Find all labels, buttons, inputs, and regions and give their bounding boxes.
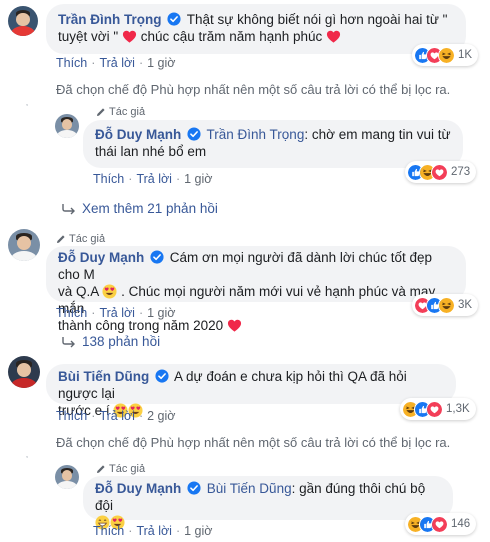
author-badge: Tác giả <box>96 106 145 118</box>
view-more-replies-link[interactable]: Xem thêm 21 phản hồi <box>62 201 218 216</box>
comment-actions: Thích · Trả lời · 1 giờ <box>56 56 176 70</box>
comment-text: thành công trong năm 2020 <box>58 318 224 333</box>
mention-link[interactable]: Bùi Tiến Dũng <box>207 481 292 496</box>
view-more-replies-link[interactable]: 138 phản hồi <box>62 334 160 349</box>
like-button[interactable]: Thích <box>56 306 87 320</box>
comment-actions: Thích · Trả lời · 1 giờ <box>56 306 176 320</box>
heart-icon <box>326 29 341 44</box>
comment-actions: Thích · Trả lời · 2 giờ <box>56 409 176 423</box>
comment-actions: Thích · Trả lời · 1 giờ <box>93 524 213 538</box>
reactions-summary[interactable]: 3K <box>412 294 479 316</box>
timestamp[interactable]: 1 giờ <box>147 306 175 320</box>
comment-author[interactable]: Đỗ Duy Mạnh <box>95 127 181 142</box>
love-reaction-icon <box>431 515 448 533</box>
heart-icon <box>227 318 242 333</box>
reaction-count: 273 <box>451 166 471 178</box>
timestamp[interactable]: 1 giờ <box>184 524 212 538</box>
reaction-count: 1,3K <box>446 403 470 415</box>
comment-author[interactable]: Trần Đình Trọng <box>58 12 162 27</box>
like-button[interactable]: Thích <box>93 524 124 538</box>
reply-arrow-icon <box>62 203 76 215</box>
reaction-count: 1K <box>458 49 473 61</box>
mention-link[interactable]: Trần Đình Trọng <box>207 127 305 142</box>
reaction-count: 146 <box>451 518 471 530</box>
reactions-summary[interactable]: 1K <box>412 44 479 66</box>
verified-badge-icon <box>155 369 169 383</box>
verified-badge-icon <box>167 12 181 26</box>
comment-bubble: Đỗ Duy Mạnh Cám ơn mọi người đã dành lời… <box>46 246 466 333</box>
reactions-summary[interactable]: 273 <box>405 161 477 183</box>
filter-notice: Đã chọn chế độ Phù hợp nhất nên một số c… <box>56 82 451 97</box>
verified-badge-icon <box>150 250 164 264</box>
reaction-count: 3K <box>458 299 473 311</box>
comment-text: và Q.A <box>58 284 99 299</box>
avatar[interactable] <box>8 6 38 36</box>
like-button[interactable]: Thích <box>56 56 87 70</box>
reply-button[interactable]: Trả lời <box>99 409 135 423</box>
author-badge: Tác giả <box>96 463 145 475</box>
filter-notice: Đã chọn chế độ Phù hợp nhất nên một số c… <box>56 435 451 450</box>
comment-author[interactable]: Đỗ Duy Mạnh <box>58 250 144 265</box>
timestamp[interactable]: 1 giờ <box>147 56 175 70</box>
reactions-summary[interactable]: 1,3K <box>400 398 476 420</box>
pencil-icon <box>96 464 106 474</box>
thread-connector <box>26 456 28 458</box>
pencil-icon <box>56 234 66 244</box>
verified-badge-icon <box>187 481 201 495</box>
comment-text: Thật sự không biết nói gì hơn ngoài hai … <box>186 12 448 27</box>
comment-bubble: Trần Đình Trọng Thật sự không biết nói g… <box>46 4 466 54</box>
timestamp[interactable]: 2 giờ <box>147 409 175 423</box>
avatar[interactable] <box>55 465 79 489</box>
heart-eyes-emoji-icon <box>102 284 117 299</box>
comment-bubble: Bùi Tiến Dũng A dự đoán e chưa kịp hỏi t… <box>46 364 456 418</box>
reply-button[interactable]: Trả lời <box>99 56 135 70</box>
comment-actions: Thích · Trả lời · 1 giờ <box>93 172 213 186</box>
love-reaction-icon <box>426 400 443 418</box>
comment-text: thái lan nhé bổ em <box>95 144 207 159</box>
comment-bubble: Đỗ Duy Mạnh Bùi Tiến Dũng: gần đúng thôi… <box>83 476 453 520</box>
love-reaction-icon <box>431 163 448 181</box>
comment-text: chúc cậu trăm năm hạnh phúc <box>140 29 323 44</box>
heart-icon <box>122 29 137 44</box>
avatar[interactable] <box>8 356 40 388</box>
comment-bubble: Đỗ Duy Mạnh Trần Đình Trọng: chờ em mang… <box>83 120 463 168</box>
avatar[interactable] <box>55 114 79 138</box>
verified-badge-icon <box>187 127 201 141</box>
comment-author[interactable]: Bùi Tiến Dũng <box>58 369 149 384</box>
pencil-icon <box>96 107 106 117</box>
author-badge: Tác giả <box>56 233 105 245</box>
avatar[interactable] <box>8 229 40 261</box>
reply-arrow-icon <box>62 336 76 348</box>
comment-text: : chờ em mang tin vui từ <box>304 127 451 142</box>
reply-button[interactable]: Trả lời <box>136 524 172 538</box>
comment-author[interactable]: Đỗ Duy Mạnh <box>95 481 181 496</box>
reply-button[interactable]: Trả lời <box>136 172 172 186</box>
thread-connector <box>26 104 28 106</box>
haha-reaction-icon <box>438 46 455 64</box>
comment-text: tuyệt vời " <box>58 29 119 44</box>
timestamp[interactable]: 1 giờ <box>184 172 212 186</box>
reply-button[interactable]: Trả lời <box>99 306 135 320</box>
like-button[interactable]: Thích <box>93 172 124 186</box>
reactions-summary[interactable]: 146 <box>405 513 477 535</box>
haha-reaction-icon <box>438 296 455 314</box>
like-button[interactable]: Thích <box>56 409 87 423</box>
